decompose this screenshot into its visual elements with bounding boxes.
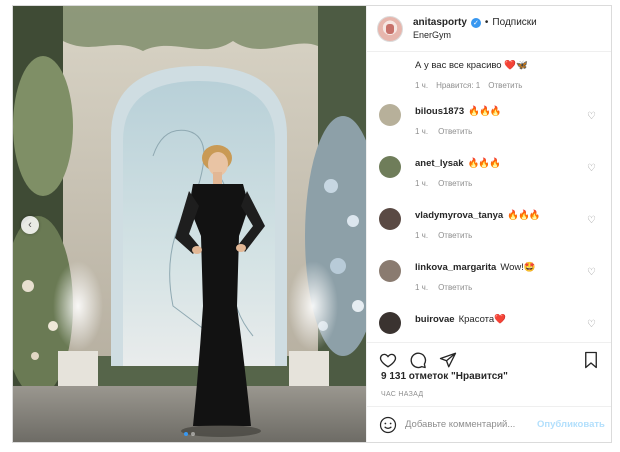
heart-outline-icon[interactable]: ♡	[587, 163, 596, 174]
reply-button[interactable]: Ответить	[488, 81, 522, 90]
caption-comment-text: А у вас все красиво ❤️🦋	[415, 60, 528, 71]
comment-likes-count[interactable]: Нравится: 1	[436, 81, 480, 90]
reply-button[interactable]: Ответить	[438, 231, 472, 240]
comment-meta: 1 ч. Ответить	[415, 179, 586, 188]
commenter-avatar[interactable]	[379, 312, 401, 334]
comment-meta: 1 ч. Ответить	[415, 231, 586, 240]
author-avatar[interactable]	[377, 15, 403, 42]
publish-button[interactable]: Опубликовать	[537, 419, 605, 430]
comment-text: Wow!🤩	[500, 262, 536, 273]
comment-bubble-icon[interactable]	[407, 349, 429, 371]
comment-body: linkova_margarita Wow!🤩 1 ч. Ответить	[415, 262, 586, 292]
commenter-avatar[interactable]	[379, 104, 401, 126]
reply-button[interactable]: Ответить	[438, 127, 472, 136]
commenter-username[interactable]: anet_lysak	[415, 158, 464, 169]
comment-input[interactable]	[405, 419, 537, 430]
caption-comment: А у вас все красиво ❤️🦋 1 ч. Нравится: 1…	[367, 52, 611, 90]
heart-outline-icon[interactable]: ♡	[587, 267, 596, 278]
comment-item: anet_lysak 🔥🔥🔥 1 ч. Ответить ♡	[367, 156, 611, 208]
comment-item: bilous1873 🔥🔥🔥 1 ч. Ответить ♡	[367, 104, 611, 156]
post-time[interactable]: ЧАС НАЗАД	[381, 391, 423, 398]
commenter-username[interactable]: bilous1873	[415, 106, 464, 117]
comment-line: anet_lysak 🔥🔥🔥	[415, 158, 586, 169]
comments-list[interactable]: А у вас все красиво ❤️🦋 1 ч. Нравится: 1…	[367, 52, 611, 342]
commenter-avatar[interactable]	[379, 260, 401, 282]
carousel-prev-button[interactable]: ‹	[21, 216, 39, 234]
commenter-username[interactable]: linkova_margarita	[415, 262, 496, 273]
likes-count[interactable]: 9 131 отметок "Нравится"	[381, 371, 508, 382]
comment-time[interactable]: 1 ч.	[415, 179, 428, 188]
comment-time[interactable]: 1 ч.	[415, 81, 428, 90]
header-separator: •	[484, 17, 489, 28]
photo-illustration	[13, 6, 366, 442]
commenter-username[interactable]: vladymyrova_tanya	[415, 210, 503, 221]
comment-body: bilous1873 🔥🔥🔥 1 ч. Ответить	[415, 106, 586, 136]
author-username[interactable]: anitasporty	[413, 17, 467, 28]
comment-time[interactable]: 1 ч.	[415, 127, 428, 136]
comment-item: linkova_margarita Wow!🤩 1 ч. Ответить ♡	[367, 260, 611, 312]
heart-outline-icon[interactable]: ♡	[587, 319, 596, 330]
chevron-left-icon: ‹	[28, 219, 32, 231]
heart-icon[interactable]	[377, 349, 399, 371]
comment-line: bilous1873 🔥🔥🔥	[415, 106, 586, 117]
reply-button[interactable]: Ответить	[438, 179, 472, 188]
post-side-panel: anitasporty ✓ • Подписки EnerGym А у вас…	[366, 6, 611, 442]
instagram-post: ‹ anitasporty ✓ • Подписки EnerGym А у в…	[12, 5, 612, 443]
following-button[interactable]: Подписки	[492, 17, 536, 28]
comment-item: buirovae Красота❤️ ♡	[367, 312, 611, 342]
comment-text: 🔥🔥🔥	[467, 158, 501, 169]
comment-text: 🔥🔥🔥	[507, 210, 540, 221]
caption-comment-meta: 1 ч. Нравится: 1 Ответить	[415, 81, 602, 90]
header-line: anitasporty ✓ • Подписки	[413, 17, 537, 28]
comment-time[interactable]: 1 ч.	[415, 231, 428, 240]
heart-outline-icon[interactable]: ♡	[587, 215, 596, 226]
comment-meta: 1 ч. Ответить	[415, 283, 586, 292]
commenter-avatar[interactable]	[379, 156, 401, 178]
comment-text: 🔥🔥🔥	[468, 106, 501, 117]
add-comment-bar: Опубликовать	[367, 406, 611, 442]
verified-badge-icon: ✓	[470, 17, 481, 28]
header-text: anitasporty ✓ • Подписки EnerGym	[413, 17, 537, 40]
emoji-smiley-icon[interactable]	[379, 415, 397, 435]
share-paper-plane-icon[interactable]	[437, 349, 459, 371]
comment-line: vladymyrova_tanya 🔥🔥🔥	[415, 210, 586, 221]
post-location[interactable]: EnerGym	[413, 30, 537, 40]
post-header: anitasporty ✓ • Подписки EnerGym	[367, 6, 611, 52]
reply-button[interactable]: Ответить	[438, 283, 472, 292]
comment-line: linkova_margarita Wow!🤩	[415, 262, 586, 273]
comment-body: vladymyrova_tanya 🔥🔥🔥 1 ч. Ответить	[415, 210, 586, 240]
comment-body: anet_lysak 🔥🔥🔥 1 ч. Ответить	[415, 158, 586, 188]
comment-line: buirovae Красота❤️	[415, 314, 586, 325]
carousel-dots	[13, 432, 366, 436]
comment-time[interactable]: 1 ч.	[415, 283, 428, 292]
comment-meta: 1 ч. Ответить	[415, 127, 586, 136]
commenter-username[interactable]: buirovae	[415, 314, 455, 325]
comment-text: Красота❤️	[458, 314, 506, 325]
bookmark-icon[interactable]	[580, 349, 602, 371]
heart-outline-icon[interactable]: ♡	[587, 111, 596, 122]
comment-body: buirovae Красота❤️	[415, 314, 586, 325]
carousel-dot	[184, 432, 188, 436]
carousel-dot	[191, 432, 195, 436]
comment-item: vladymyrova_tanya 🔥🔥🔥 1 ч. Ответить ♡	[367, 208, 611, 260]
post-photo[interactable]: ‹	[13, 6, 366, 442]
commenter-avatar[interactable]	[379, 208, 401, 230]
